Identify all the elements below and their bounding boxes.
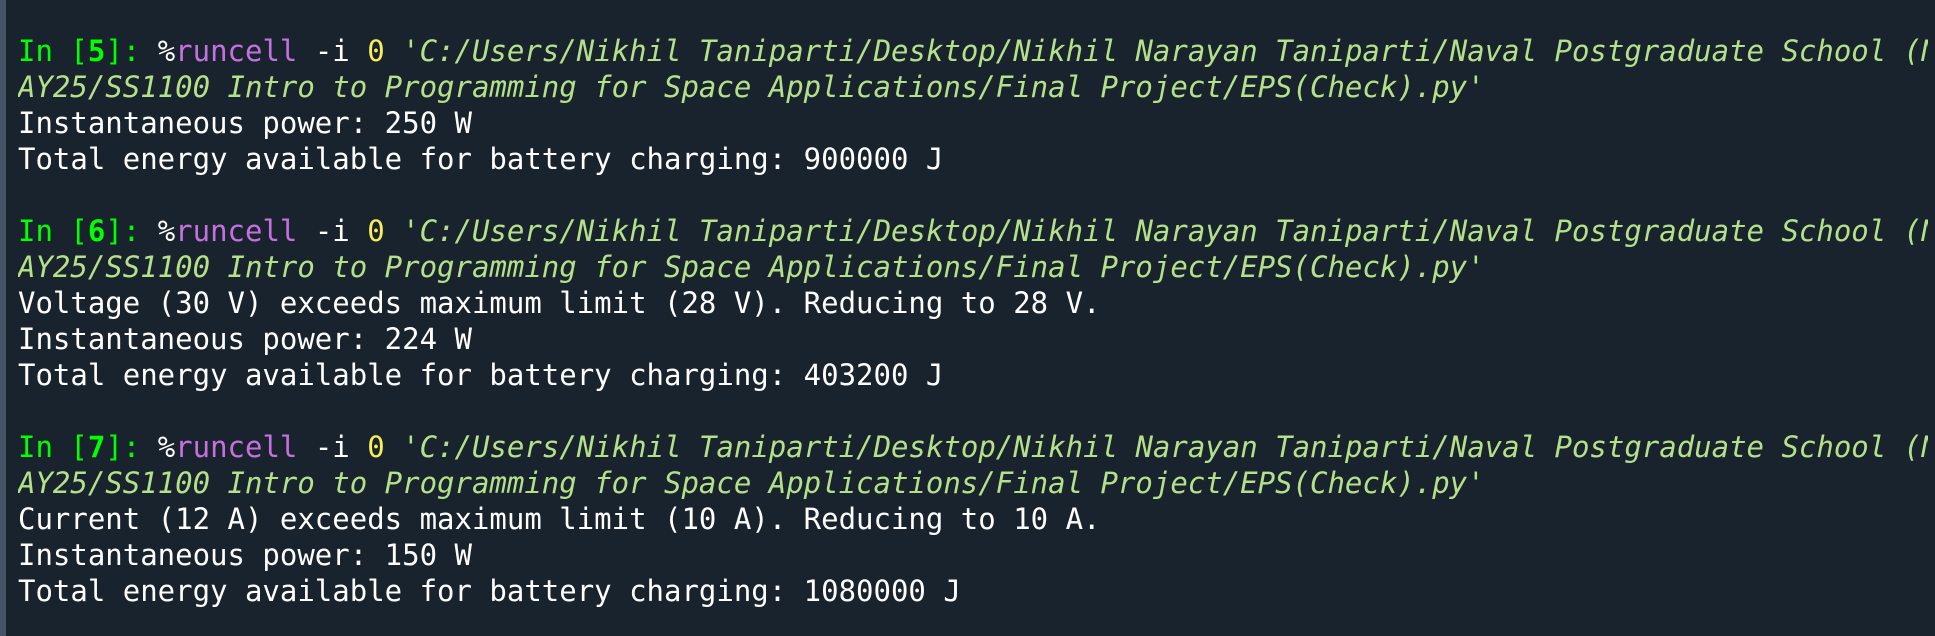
output-line: Instantaneous power: 250 W: [18, 106, 472, 140]
magic-command-name: runcell: [175, 34, 298, 68]
output-line: Voltage (30 V) exceeds maximum limit (28…: [18, 286, 1101, 320]
console-left-border: [0, 0, 6, 636]
magic-command-name: runcell: [175, 214, 298, 248]
input-line-continuation: AY25/SS1100 Intro to Programming for Spa…: [18, 249, 1928, 285]
file-path-string-continuation: AY25/SS1100 Intro to Programming for Spa…: [18, 250, 1485, 284]
output-line: Instantaneous power: 224 W: [18, 322, 472, 356]
magic-percent: %: [157, 214, 176, 248]
file-path-string: 'C:/Users/Nikhil Taniparti/Desktop/Nikhi…: [384, 430, 1928, 464]
input-prompt-suffix: ]:: [105, 34, 158, 68]
file-path-string: 'C:/Users/Nikhil Taniparti/Desktop/Nikhi…: [384, 34, 1928, 68]
output-line: Current (12 A) exceeds maximum limit (10…: [18, 502, 1101, 536]
command-flag: -i: [297, 34, 368, 68]
output-line: Instantaneous power: 150 W: [18, 538, 472, 572]
input-prompt-number: 6: [87, 214, 106, 248]
console-cell: In [5]: %runcell -i 0 'C:/Users/Nikhil T…: [18, 33, 1928, 177]
console-cell: In [7]: %runcell -i 0 'C:/Users/Nikhil T…: [18, 429, 1928, 609]
input-prompt-suffix: ]:: [105, 430, 158, 464]
input-line[interactable]: In [6]: %runcell -i 0 'C:/Users/Nikhil T…: [18, 213, 1928, 249]
input-line[interactable]: In [5]: %runcell -i 0 'C:/Users/Nikhil T…: [18, 33, 1928, 69]
input-line-continuation: AY25/SS1100 Intro to Programming for Spa…: [18, 465, 1928, 501]
magic-percent: %: [157, 430, 176, 464]
file-path-string-continuation: AY25/SS1100 Intro to Programming for Spa…: [18, 466, 1485, 500]
output-line: Total energy available for battery charg…: [18, 142, 944, 176]
output-line: Total energy available for battery charg…: [18, 574, 961, 608]
input-prompt-suffix: ]:: [105, 214, 158, 248]
console-cell: In [6]: %runcell -i 0 'C:/Users/Nikhil T…: [18, 213, 1928, 393]
ipython-console-output[interactable]: In [5]: %runcell -i 0 'C:/Users/Nikhil T…: [18, 33, 1928, 633]
magic-percent: %: [157, 34, 176, 68]
input-prompt-prefix: In [: [18, 430, 88, 464]
input-line-continuation: AY25/SS1100 Intro to Programming for Spa…: [18, 69, 1928, 105]
command-number-arg: 0: [367, 34, 385, 68]
input-prompt-prefix: In [: [18, 34, 88, 68]
command-number-arg: 0: [367, 214, 385, 248]
input-prompt-prefix: In [: [18, 214, 88, 248]
input-prompt-number: 5: [87, 34, 106, 68]
file-path-string-continuation: AY25/SS1100 Intro to Programming for Spa…: [18, 70, 1485, 104]
input-prompt-number: 7: [87, 430, 106, 464]
output-line: Total energy available for battery charg…: [18, 358, 944, 392]
command-flag: -i: [297, 214, 368, 248]
input-line[interactable]: In [7]: %runcell -i 0 'C:/Users/Nikhil T…: [18, 429, 1928, 465]
magic-command-name: runcell: [175, 430, 298, 464]
file-path-string: 'C:/Users/Nikhil Taniparti/Desktop/Nikhi…: [384, 214, 1928, 248]
command-number-arg: 0: [367, 430, 385, 464]
command-flag: -i: [297, 430, 368, 464]
